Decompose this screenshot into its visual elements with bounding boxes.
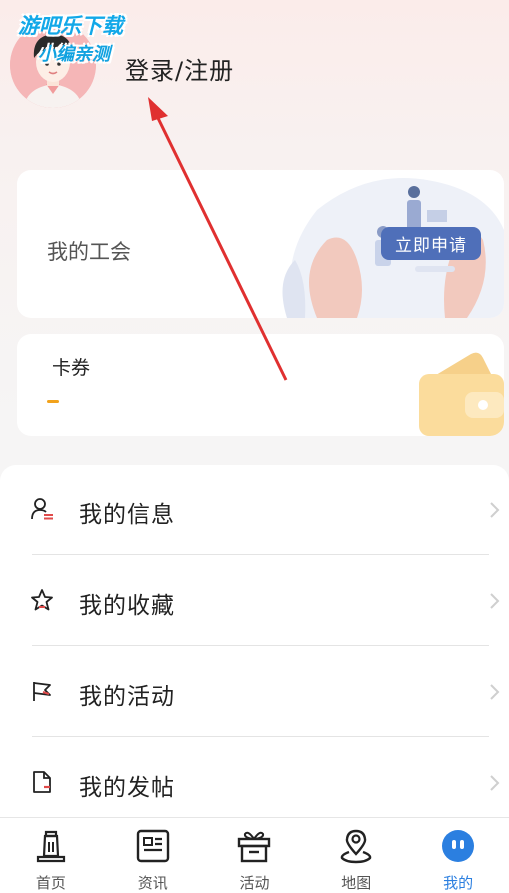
coupon-card[interactable]: 卡券 <box>17 334 504 436</box>
tab-label: 资讯 <box>137 874 168 892</box>
coupon-count-placeholder <box>47 400 59 403</box>
coupon-card-title: 卡券 <box>52 357 91 379</box>
profile-menu: 我的信息 我的收藏 我的活动 我的发帖 <box>0 465 509 825</box>
chevron-right-icon <box>490 775 500 791</box>
tab-label: 活动 <box>239 874 270 892</box>
watermark: 游吧乐下载 小编亲测 <box>10 8 150 68</box>
watermark-line-2: 小编亲测 <box>38 44 110 65</box>
menu-item-my-posts[interactable]: 我的发帖 <box>0 738 509 828</box>
tab-label: 我的 <box>443 874 474 892</box>
divider <box>32 736 489 737</box>
tab-home[interactable]: 首页 <box>0 818 102 893</box>
watermark-line-1: 游吧乐下载 <box>18 14 123 38</box>
menu-item-label: 我的活动 <box>79 684 175 710</box>
tab-label: 地图 <box>341 874 372 892</box>
wallet-icon <box>419 352 504 436</box>
tab-profile[interactable]: 我的 <box>407 818 509 893</box>
menu-item-my-favorites[interactable]: 我的收藏 <box>0 556 509 646</box>
home-icon <box>36 830 65 863</box>
menu-item-label: 我的发帖 <box>79 775 175 801</box>
chevron-right-icon <box>490 593 500 609</box>
map-pin-icon <box>340 829 372 864</box>
menu-item-label: 我的收藏 <box>79 593 175 619</box>
tab-label: 首页 <box>35 874 66 892</box>
document-icon <box>33 771 51 793</box>
divider <box>32 645 489 646</box>
menu-item-my-activities[interactable]: 我的活动 <box>0 647 509 737</box>
apply-button[interactable]: 立即申请 <box>381 227 481 260</box>
flag-icon <box>33 682 51 701</box>
news-icon <box>136 829 169 863</box>
chevron-right-icon <box>490 502 500 518</box>
tab-map[interactable]: 地图 <box>305 818 407 893</box>
bottom-tab-bar: 首页 资讯 活动 地图 我的 <box>0 817 509 893</box>
star-icon <box>31 589 53 611</box>
tab-activities[interactable]: 活动 <box>204 818 306 893</box>
user-info-icon <box>31 498 53 520</box>
union-card[interactable]: 我的工会 立即申请 <box>17 170 504 318</box>
chevron-right-icon <box>490 684 500 700</box>
divider <box>32 554 489 555</box>
profile-icon <box>442 830 475 862</box>
tab-news[interactable]: 资讯 <box>102 818 204 893</box>
menu-item-label: 我的信息 <box>79 502 175 528</box>
menu-item-my-info[interactable]: 我的信息 <box>0 465 509 555</box>
gift-icon <box>238 831 271 863</box>
profile-page: 游吧乐下载 小编亲测 登录/注册 我的工会 立即申请 卡券 我的信息 我的收藏 … <box>0 0 509 893</box>
union-card-title: 我的工会 <box>47 240 131 264</box>
